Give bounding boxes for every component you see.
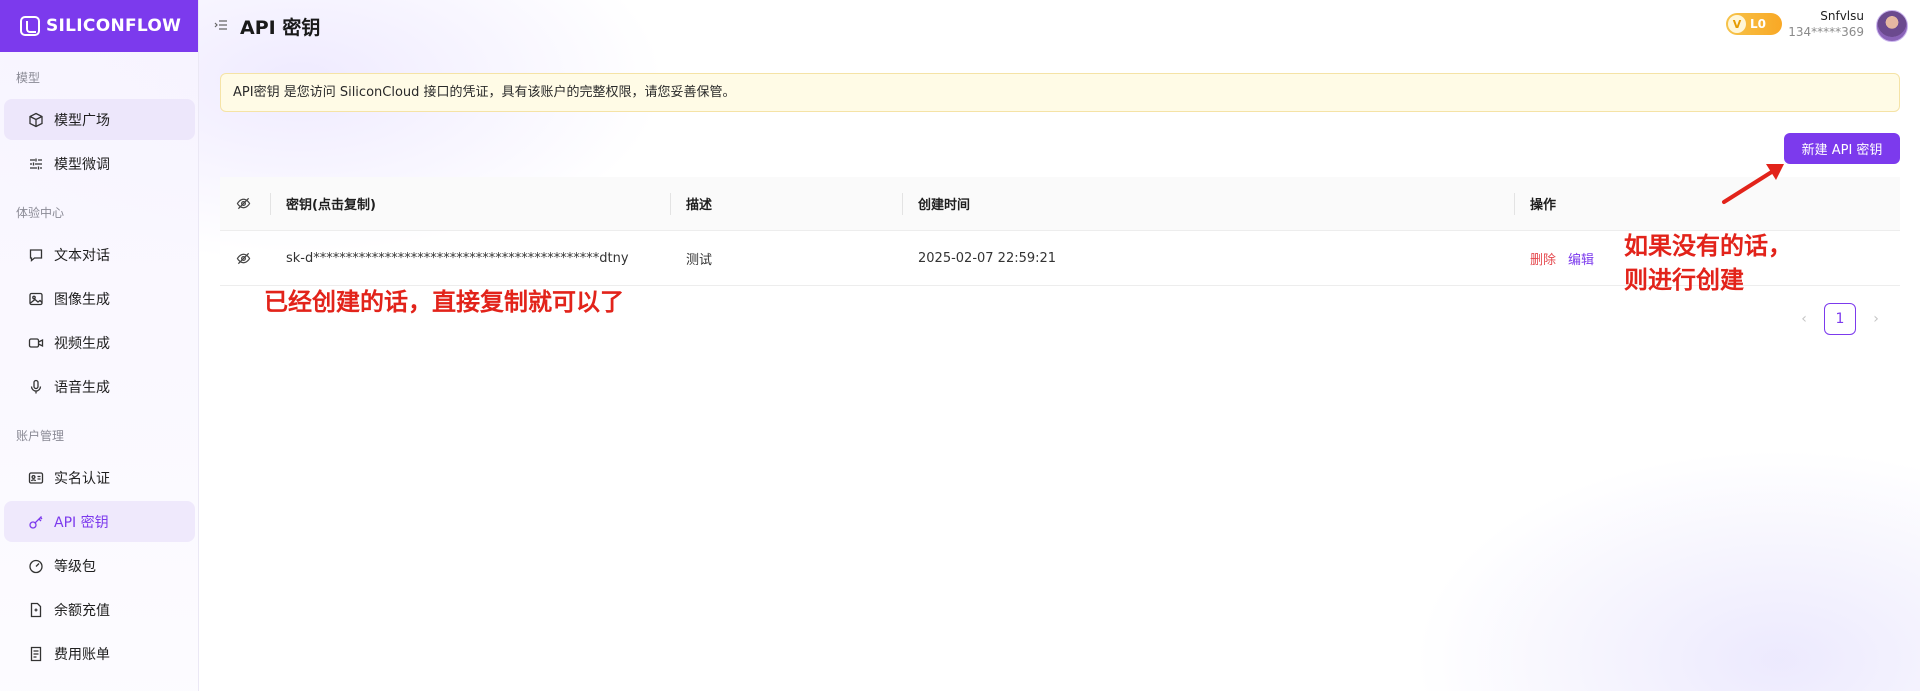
annotation-arrow-icon bbox=[1722, 164, 1784, 204]
sidebar-item-image-generation[interactable]: 图像生成 bbox=[4, 278, 195, 319]
wallet-icon bbox=[28, 602, 44, 618]
next-page-button[interactable]: › bbox=[1866, 311, 1886, 327]
annotation-create-note-line2: 则进行创建 bbox=[1624, 266, 1744, 294]
sidebar-item-label: 实名认证 bbox=[54, 470, 110, 487]
level-text: L0 bbox=[1750, 17, 1766, 31]
column-header-actions: 操作 bbox=[1530, 198, 1557, 213]
sidebar-item-level-package[interactable]: 等级包 bbox=[4, 545, 195, 586]
table-header: 密钥(点击复制) 描述 创建时间 操作 bbox=[220, 177, 1900, 231]
level-badge[interactable]: V L0 bbox=[1726, 13, 1782, 35]
sidebar: SILICONFLOW 模型 模型广场 模型微调 体验中心 文本对话 图像生成 … bbox=[0, 0, 199, 691]
sidebar-item-real-name[interactable]: 实名认证 bbox=[4, 457, 195, 498]
section-title-account: 账户管理 bbox=[16, 429, 65, 443]
new-api-key-button[interactable]: 新建 API 密钥 bbox=[1784, 133, 1900, 164]
avatar[interactable] bbox=[1876, 10, 1908, 42]
sidebar-item-label: 等级包 bbox=[54, 558, 96, 575]
annotation-copy-note: 已经创建的话，直接复制就可以了 bbox=[264, 288, 624, 316]
column-header-key: 密钥(点击复制) bbox=[286, 198, 376, 213]
sliders-icon bbox=[28, 156, 44, 172]
api-key-created-at: 2025-02-07 22:59:21 bbox=[918, 250, 1057, 266]
sidebar-item-voice-generation[interactable]: 语音生成 bbox=[4, 366, 195, 407]
column-separator bbox=[670, 193, 671, 215]
column-separator bbox=[270, 193, 271, 215]
sidebar-item-label: 文本对话 bbox=[54, 247, 110, 264]
logo-text: SILICONFLOW bbox=[46, 16, 182, 36]
microphone-icon bbox=[28, 379, 44, 395]
cube-icon bbox=[28, 112, 44, 128]
collapse-menu-icon[interactable] bbox=[214, 18, 228, 32]
user-name: Snfvlsu bbox=[1820, 9, 1864, 23]
sidebar-item-text-chat[interactable]: 文本对话 bbox=[4, 234, 195, 275]
logo-mark-icon bbox=[20, 16, 40, 36]
page-number-button[interactable]: 1 bbox=[1824, 303, 1856, 335]
user-phone: 134*****369 bbox=[1788, 25, 1864, 39]
annotation-create-note-line1: 如果没有的话， bbox=[1624, 232, 1792, 260]
delete-link[interactable]: 删除 bbox=[1530, 249, 1556, 268]
video-icon bbox=[28, 335, 44, 351]
edit-link[interactable]: 编辑 bbox=[1568, 249, 1594, 268]
sidebar-item-label: API 密钥 bbox=[54, 514, 109, 531]
logo[interactable]: SILICONFLOW bbox=[0, 0, 198, 52]
sidebar-item-billing[interactable]: 费用账单 bbox=[4, 633, 195, 674]
sidebar-item-label: 模型微调 bbox=[54, 156, 110, 173]
section-title-models: 模型 bbox=[16, 71, 41, 85]
sidebar-item-label: 模型广场 bbox=[54, 112, 110, 129]
gauge-icon bbox=[28, 558, 44, 574]
prev-page-button[interactable]: ‹ bbox=[1794, 311, 1814, 327]
sidebar-item-model-square[interactable]: 模型广场 bbox=[4, 99, 195, 140]
api-key-description: 测试 bbox=[686, 252, 713, 268]
sidebar-item-label: 视频生成 bbox=[54, 335, 110, 352]
section-title-experience: 体验中心 bbox=[16, 206, 65, 220]
sidebar-item-label: 图像生成 bbox=[54, 291, 110, 308]
sidebar-item-api-keys[interactable]: API 密钥 bbox=[4, 501, 195, 542]
key-icon bbox=[28, 514, 44, 530]
sidebar-item-label: 语音生成 bbox=[54, 379, 110, 396]
api-key-notice: API密钥 是您访问 SiliconCloud 接口的凭证，具有该账户的完整权限… bbox=[220, 73, 1900, 112]
sidebar-item-video-generation[interactable]: 视频生成 bbox=[4, 322, 195, 363]
column-separator bbox=[1514, 193, 1515, 215]
column-header-description: 描述 bbox=[686, 198, 713, 213]
sidebar-item-label: 余额充值 bbox=[54, 602, 110, 619]
bill-icon bbox=[28, 646, 44, 662]
toggle-visibility-icon[interactable] bbox=[236, 231, 251, 285]
chat-icon bbox=[28, 247, 44, 263]
page-title: API 密钥 bbox=[240, 17, 321, 39]
column-header-created-at: 创建时间 bbox=[918, 198, 971, 213]
sidebar-item-label: 费用账单 bbox=[54, 646, 110, 663]
row-actions: 删除 编辑 bbox=[1530, 231, 1594, 285]
level-v-icon: V bbox=[1728, 15, 1746, 33]
sidebar-item-balance-recharge[interactable]: 余额充值 bbox=[4, 589, 195, 630]
image-icon bbox=[28, 291, 44, 307]
pagination: ‹ 1 › bbox=[1794, 303, 1886, 335]
column-separator bbox=[902, 193, 903, 215]
header: API 密钥 V L0 Snfvlsu 134*****369 bbox=[200, 0, 1920, 52]
id-card-icon bbox=[28, 470, 44, 486]
toggle-visibility-all-icon[interactable] bbox=[236, 177, 251, 230]
api-key-value[interactable]: sk-d************************************… bbox=[286, 231, 629, 285]
sidebar-item-model-finetune[interactable]: 模型微调 bbox=[4, 143, 195, 184]
